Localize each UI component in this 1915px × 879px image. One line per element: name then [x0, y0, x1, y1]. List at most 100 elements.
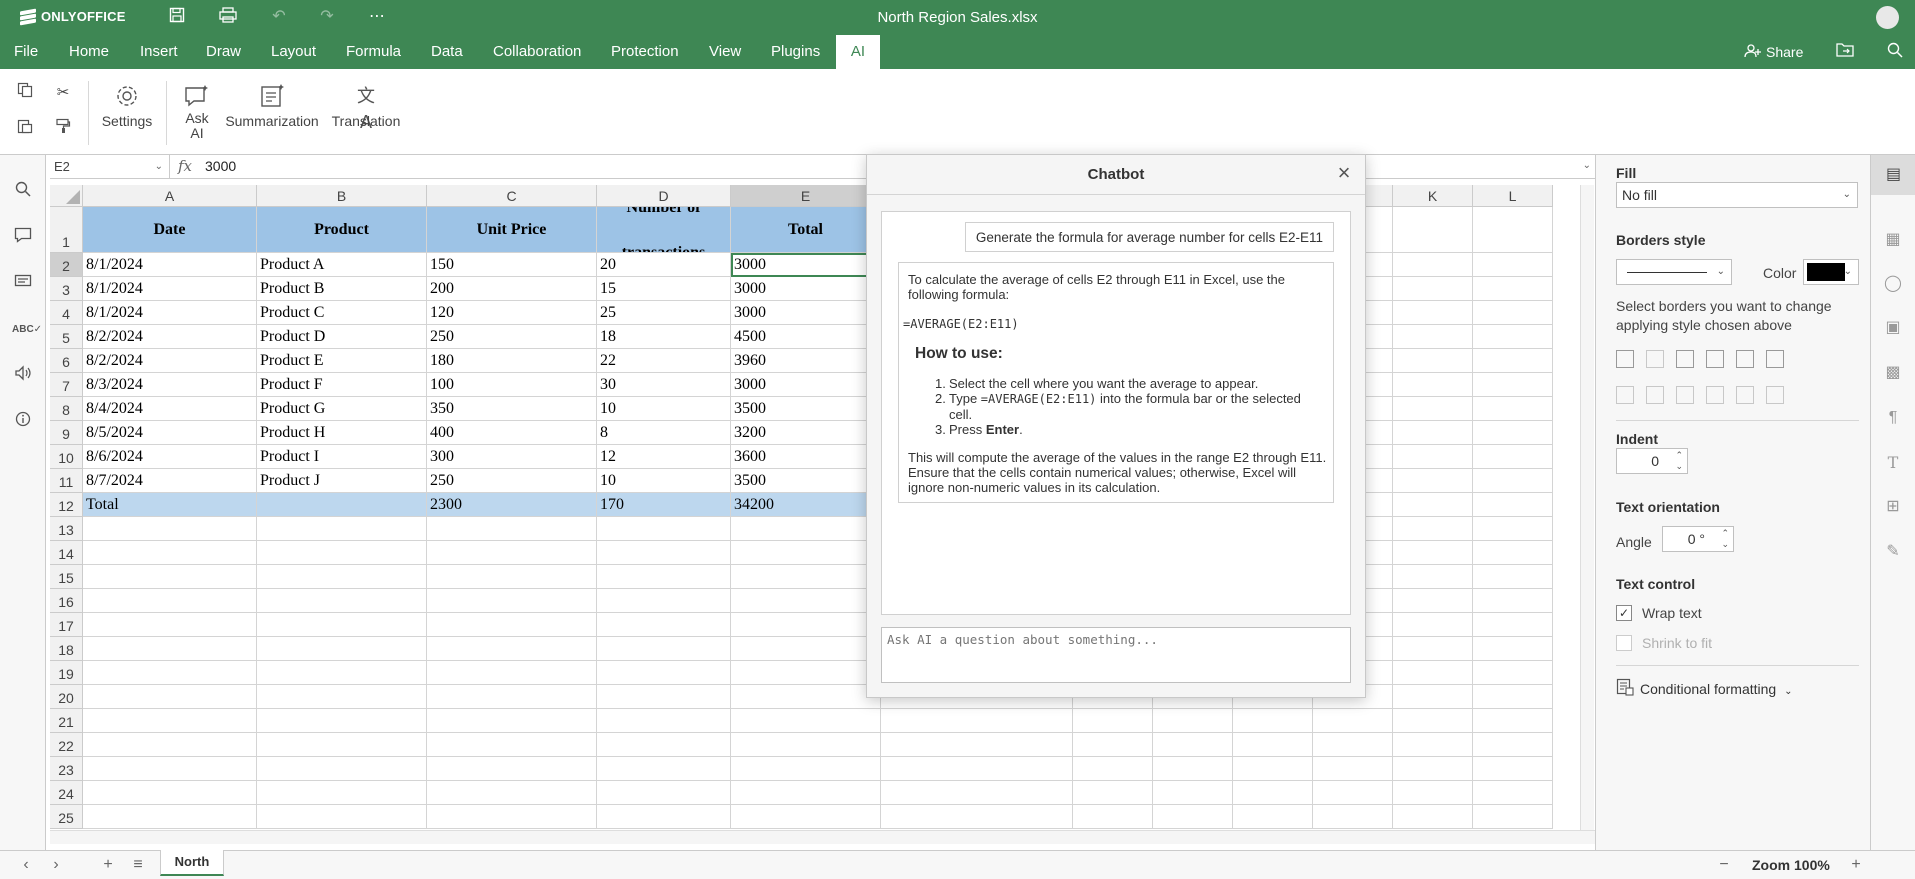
- cell-a6[interactable]: 8/2/2024: [83, 349, 257, 373]
- cell-l7[interactable]: [1473, 373, 1553, 397]
- column-header-k[interactable]: K: [1393, 185, 1473, 207]
- more-icon[interactable]: ⋯: [366, 7, 388, 27]
- row-header-22[interactable]: 22: [50, 733, 83, 757]
- border-color-picker[interactable]: ⌄: [1803, 259, 1859, 285]
- paragraph-settings-icon[interactable]: ¶: [1881, 407, 1905, 429]
- cell-e8[interactable]: 3500: [731, 397, 881, 421]
- avatar[interactable]: [1876, 6, 1899, 29]
- cell-e19[interactable]: [731, 661, 881, 685]
- menu-home[interactable]: Home: [69, 35, 109, 69]
- cell-l23[interactable]: [1473, 757, 1553, 781]
- cell-d20[interactable]: [597, 685, 731, 709]
- row-header-12[interactable]: 12: [50, 493, 83, 517]
- cell-j22[interactable]: [1313, 733, 1393, 757]
- row-header-14[interactable]: 14: [50, 541, 83, 565]
- border-line-select[interactable]: ⌄: [1616, 259, 1732, 285]
- cell-b9[interactable]: Product H: [257, 421, 427, 445]
- cell-l6[interactable]: [1473, 349, 1553, 373]
- cell-d11[interactable]: 10: [597, 469, 731, 493]
- cell-d18[interactable]: [597, 637, 731, 661]
- cell-l18[interactable]: [1473, 637, 1553, 661]
- row-header-19[interactable]: 19: [50, 661, 83, 685]
- cell-e17[interactable]: [731, 613, 881, 637]
- cell-d17[interactable]: [597, 613, 731, 637]
- cell-c8[interactable]: 350: [427, 397, 597, 421]
- cell-k7[interactable]: [1393, 373, 1473, 397]
- row-header-25[interactable]: 25: [50, 805, 83, 829]
- cell-a10[interactable]: 8/6/2024: [83, 445, 257, 469]
- cell-j24[interactable]: [1313, 781, 1393, 805]
- expand-formula-icon[interactable]: ⌄: [1583, 160, 1591, 171]
- cell-e2[interactable]: 3000: [731, 253, 881, 277]
- indent-spinner[interactable]: 0 ⌃ ⌄: [1616, 448, 1688, 474]
- cell-a18[interactable]: [83, 637, 257, 661]
- cell-d3[interactable]: 15: [597, 277, 731, 301]
- wrap-text-checkbox[interactable]: ✓: [1616, 605, 1632, 621]
- speaker-icon[interactable]: [12, 365, 34, 387]
- zoom-out-icon[interactable]: −: [1714, 855, 1734, 875]
- cell-l21[interactable]: [1473, 709, 1553, 733]
- cell-f21[interactable]: [881, 709, 1073, 733]
- cell-j25[interactable]: [1313, 805, 1393, 829]
- border-option-icon[interactable]: [1676, 386, 1694, 404]
- cell-k22[interactable]: [1393, 733, 1473, 757]
- cell-k6[interactable]: [1393, 349, 1473, 373]
- pivot-table-icon[interactable]: ⊞: [1881, 496, 1905, 518]
- cell-g23[interactable]: [1073, 757, 1153, 781]
- spellcheck-icon[interactable]: ABC✓: [12, 319, 42, 341]
- cell-e7[interactable]: 3000: [731, 373, 881, 397]
- cell-a11[interactable]: 8/7/2024: [83, 469, 257, 493]
- cell-k1[interactable]: [1393, 207, 1473, 253]
- sheet-list-icon[interactable]: ≡: [128, 855, 148, 875]
- cell-a19[interactable]: [83, 661, 257, 685]
- cell-d1[interactable]: Number of transactions: [597, 207, 731, 253]
- cell-e25[interactable]: [731, 805, 881, 829]
- cell-e24[interactable]: [731, 781, 881, 805]
- cell-a12[interactable]: Total: [83, 493, 257, 517]
- ask-ai-input[interactable]: [881, 627, 1351, 683]
- cell-k11[interactable]: [1393, 469, 1473, 493]
- row-header-13[interactable]: 13: [50, 517, 83, 541]
- cell-a25[interactable]: [83, 805, 257, 829]
- cell-a8[interactable]: 8/4/2024: [83, 397, 257, 421]
- cell-k4[interactable]: [1393, 301, 1473, 325]
- menu-draw[interactable]: Draw: [206, 35, 241, 69]
- cell-a7[interactable]: 8/3/2024: [83, 373, 257, 397]
- cell-h25[interactable]: [1153, 805, 1233, 829]
- row-header-16[interactable]: 16: [50, 589, 83, 613]
- summarization-button[interactable]: Summarization: [224, 83, 320, 129]
- cell-c22[interactable]: [427, 733, 597, 757]
- cell-a20[interactable]: [83, 685, 257, 709]
- angle-spinner[interactable]: 0 ° ⌃ ⌄: [1662, 526, 1734, 552]
- vertical-scrollbar[interactable]: [1580, 185, 1594, 830]
- cell-c6[interactable]: 180: [427, 349, 597, 373]
- cell-k23[interactable]: [1393, 757, 1473, 781]
- cell-b14[interactable]: [257, 541, 427, 565]
- cell-l2[interactable]: [1473, 253, 1553, 277]
- chevron-right-icon[interactable]: ›: [46, 855, 66, 875]
- cell-a14[interactable]: [83, 541, 257, 565]
- cell-b4[interactable]: Product C: [257, 301, 427, 325]
- cell-f24[interactable]: [881, 781, 1073, 805]
- cell-k13[interactable]: [1393, 517, 1473, 541]
- menu-collaboration[interactable]: Collaboration: [493, 35, 581, 69]
- cell-c25[interactable]: [427, 805, 597, 829]
- column-header-a[interactable]: A: [83, 185, 257, 207]
- cell-b2[interactable]: Product A: [257, 253, 427, 277]
- cell-d7[interactable]: 30: [597, 373, 731, 397]
- cell-b13[interactable]: [257, 517, 427, 541]
- menu-insert[interactable]: Insert: [140, 35, 178, 69]
- cell-l24[interactable]: [1473, 781, 1553, 805]
- cell-k9[interactable]: [1393, 421, 1473, 445]
- cell-a9[interactable]: 8/5/2024: [83, 421, 257, 445]
- cell-b22[interactable]: [257, 733, 427, 757]
- menu-formula[interactable]: Formula: [346, 35, 401, 69]
- spinner-arrows-icon[interactable]: ⌃ ⌄: [1721, 528, 1729, 550]
- cell-b1[interactable]: Product: [257, 207, 427, 253]
- cell-e10[interactable]: 3600: [731, 445, 881, 469]
- horizontal-scrollbar[interactable]: [50, 830, 1595, 844]
- cell-g21[interactable]: [1073, 709, 1153, 733]
- cell-l25[interactable]: [1473, 805, 1553, 829]
- cell-j23[interactable]: [1313, 757, 1393, 781]
- cell-b15[interactable]: [257, 565, 427, 589]
